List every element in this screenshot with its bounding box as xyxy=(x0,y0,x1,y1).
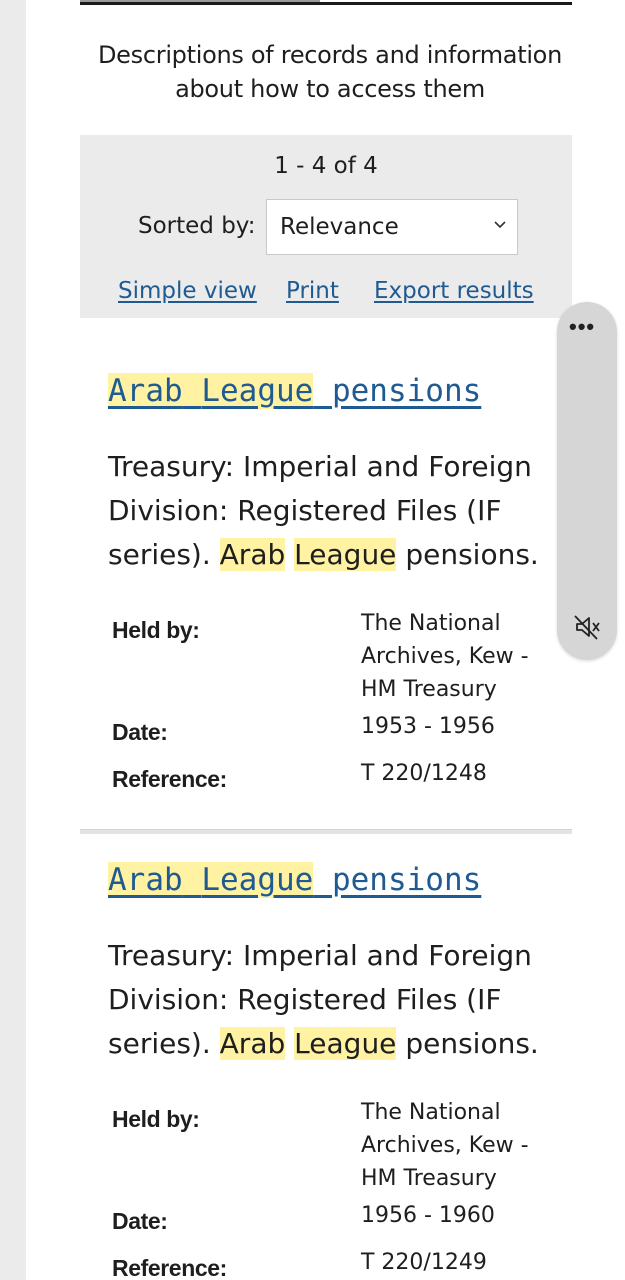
record-title-link[interactable]: Arab League pensions xyxy=(108,862,481,898)
held-by-label: Held by: xyxy=(112,1106,200,1132)
date-label: Date: xyxy=(112,1208,168,1234)
volume-panel[interactable]: ••• xyxy=(557,302,617,660)
held-by-label: Held by: xyxy=(112,617,200,643)
record-title-link[interactable]: Arab League pensions xyxy=(108,373,481,409)
record-divider xyxy=(80,829,572,834)
reference-value: T 220/1249 xyxy=(361,1250,487,1275)
result-count: 1 - 4 of 4 xyxy=(274,153,378,179)
left-gutter xyxy=(0,0,26,1280)
sort-select[interactable]: Relevance xyxy=(266,199,518,255)
reference-label: Reference: xyxy=(112,766,227,792)
record-description: Treasury: Imperial and Foreign Division:… xyxy=(108,450,539,571)
date-value: 1953 - 1956 xyxy=(361,714,495,739)
top-rule xyxy=(80,2,572,5)
date-value: 1956 - 1960 xyxy=(361,1203,495,1228)
catalogue-description: Descriptions of records and information … xyxy=(98,41,562,103)
reference-label: Reference: xyxy=(112,1255,227,1280)
record-description: Treasury: Imperial and Foreign Division:… xyxy=(108,939,539,1060)
record-title: Arab League pensions xyxy=(108,862,481,898)
chevron-down-icon xyxy=(494,221,506,229)
held-by-value: The National Archives, Kew - HM Treasury xyxy=(361,611,529,702)
reference-value: T 220/1248 xyxy=(361,761,487,786)
simple-view-link[interactable]: Simple view xyxy=(118,278,257,304)
results-toolbar: 1 - 4 of 4 Sorted by: Relevance Simple v… xyxy=(80,135,572,318)
more-dots-icon[interactable]: ••• xyxy=(569,316,595,338)
held-by-value: The National Archives, Kew - HM Treasury xyxy=(361,1100,529,1191)
export-results-link[interactable]: Export results xyxy=(374,278,534,304)
sort-select-value: Relevance xyxy=(280,214,399,240)
date-label: Date: xyxy=(112,719,168,745)
print-link[interactable]: Print xyxy=(286,278,339,304)
sort-label: Sorted by: xyxy=(138,213,256,239)
record-title: Arab League pensions xyxy=(108,373,481,409)
volume-mute-icon[interactable] xyxy=(571,612,601,642)
